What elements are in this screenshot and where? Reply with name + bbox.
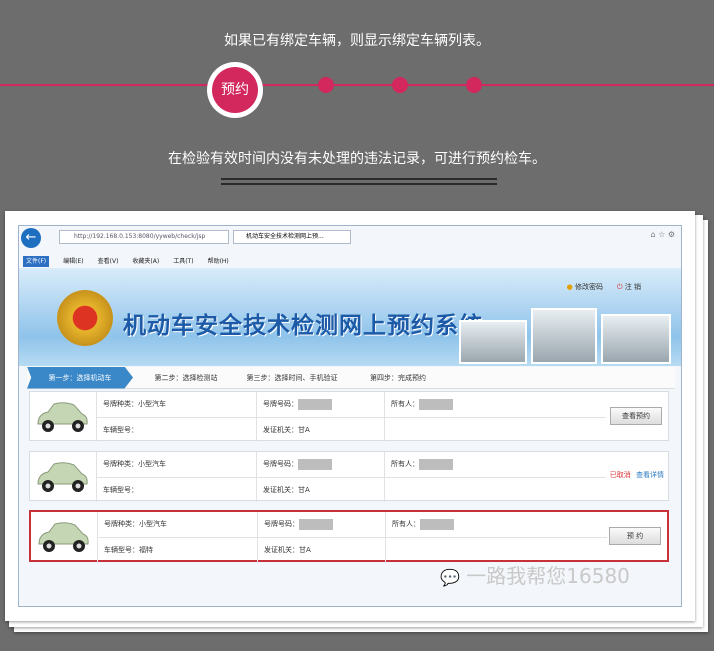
divider	[221, 178, 497, 180]
step-1: 第一步：选择机动车	[27, 366, 133, 389]
owner: 所有人：	[384, 392, 606, 417]
step-2: 第二步：选择检测站	[154, 373, 218, 382]
empty-cell	[385, 537, 607, 562]
plate-number: 号牌号码：	[257, 512, 385, 537]
intro-text: 如果已有绑定车辆，则显示绑定车辆列表。	[224, 33, 490, 49]
back-icon[interactable]: ←	[21, 228, 41, 248]
issuing-office: 发证机关：甘A	[256, 477, 384, 502]
step-bar: 第一步：选择机动车 第二步：选择检测站 第三步：选择时间、手机验证 第四步：完成…	[27, 366, 675, 389]
step-badge: 预约	[207, 62, 263, 118]
vehicle-model: 车辆型号：福特	[97, 537, 257, 562]
browser-window: ← http://192.168.0.153:8080/yyweb/check/…	[18, 225, 682, 607]
wechat-icon: 💬	[440, 568, 460, 587]
empty-cell	[384, 477, 606, 502]
banner-photo	[459, 320, 527, 364]
logout-link[interactable]: ⏻ 注 销	[617, 282, 641, 292]
menu-view[interactable]: 查看(V)	[98, 256, 119, 267]
plate-type: 号牌种类：小型汽车	[96, 452, 256, 477]
plate-number: 号牌号码：	[256, 392, 384, 417]
note-text: 在检验有效时间内没有未处理的违法记录，可进行预约检车。	[168, 151, 546, 167]
menu-tools[interactable]: 工具(T)	[173, 256, 193, 267]
address-bar[interactable]: http://192.168.0.153:8080/yyweb/check/js…	[59, 230, 229, 244]
book-appointment-button[interactable]: 预 约	[609, 527, 661, 545]
step-dot	[392, 77, 408, 93]
menu-help[interactable]: 帮助(H)	[208, 256, 229, 267]
vehicle-row: 号牌种类：小型汽车 号牌号码： 所有人： 车辆型号： 发证机关：甘A 查看预约	[29, 391, 669, 442]
banner-photo	[601, 314, 671, 364]
vehicle-model: 车辆型号：	[96, 477, 256, 502]
view-appointment-button[interactable]: 查看预约	[610, 407, 662, 425]
car-icon	[38, 522, 89, 552]
vehicle-row: 号牌种类：小型汽车 号牌号码： 所有人： 车辆型号： 发证机关：甘A 已取消 查…	[29, 451, 669, 502]
watermark: 💬 一路我帮您16580	[440, 564, 630, 588]
step-dot	[466, 77, 482, 93]
step-dot	[318, 77, 334, 93]
menu-file[interactable]: 文件(F)	[23, 256, 50, 267]
site-title: 机动车安全技术检测网上预约系统	[123, 313, 483, 339]
empty-cell	[384, 417, 606, 442]
owner: 所有人：	[384, 452, 606, 477]
car-icon	[37, 402, 88, 432]
progress-line	[0, 84, 714, 86]
browser-tab[interactable]: 机动车安全技术检测网上预...	[233, 230, 351, 244]
car-icon	[37, 462, 88, 492]
vehicle-row-selected: 号牌种类：小型汽车 号牌号码： 所有人： 车辆型号：福特 发证机关：甘A 预 约	[29, 510, 669, 562]
menu-favorites[interactable]: 收藏夹(A)	[132, 256, 159, 267]
vehicle-model: 车辆型号：	[96, 417, 256, 442]
cancelled-status: 已取消	[609, 471, 631, 479]
owner: 所有人：	[385, 512, 607, 537]
step-3: 第三步：选择时间、手机验证	[246, 373, 338, 382]
home-star-gear-icons[interactable]: ⌂ ☆ ⚙	[650, 230, 675, 239]
menu-edit[interactable]: 编辑(E)	[63, 256, 83, 267]
view-details-link[interactable]: 查看详情	[636, 471, 664, 479]
menu-bar: 文件(F) 编辑(E) 查看(V) 收藏夹(A) 工具(T) 帮助(H)	[19, 256, 681, 267]
plate-type: 号牌种类：小型汽车	[96, 392, 256, 417]
divider	[221, 183, 497, 185]
step-4: 第四步：完成预约	[370, 373, 426, 382]
site-banner: 机动车安全技术检测网上预约系统 ● 修改密码 ⏻ 注 销	[19, 268, 681, 366]
banner-photo	[531, 308, 597, 364]
issuing-office: 发证机关：甘A	[256, 417, 384, 442]
plate-number: 号牌号码：	[256, 452, 384, 477]
plate-type: 号牌种类：小型汽车	[97, 512, 257, 537]
issuing-office: 发证机关：甘A	[257, 537, 385, 562]
police-emblem-icon	[57, 290, 113, 346]
step-badge-label: 预约	[212, 67, 258, 113]
change-password-link[interactable]: ● 修改密码	[567, 282, 603, 292]
